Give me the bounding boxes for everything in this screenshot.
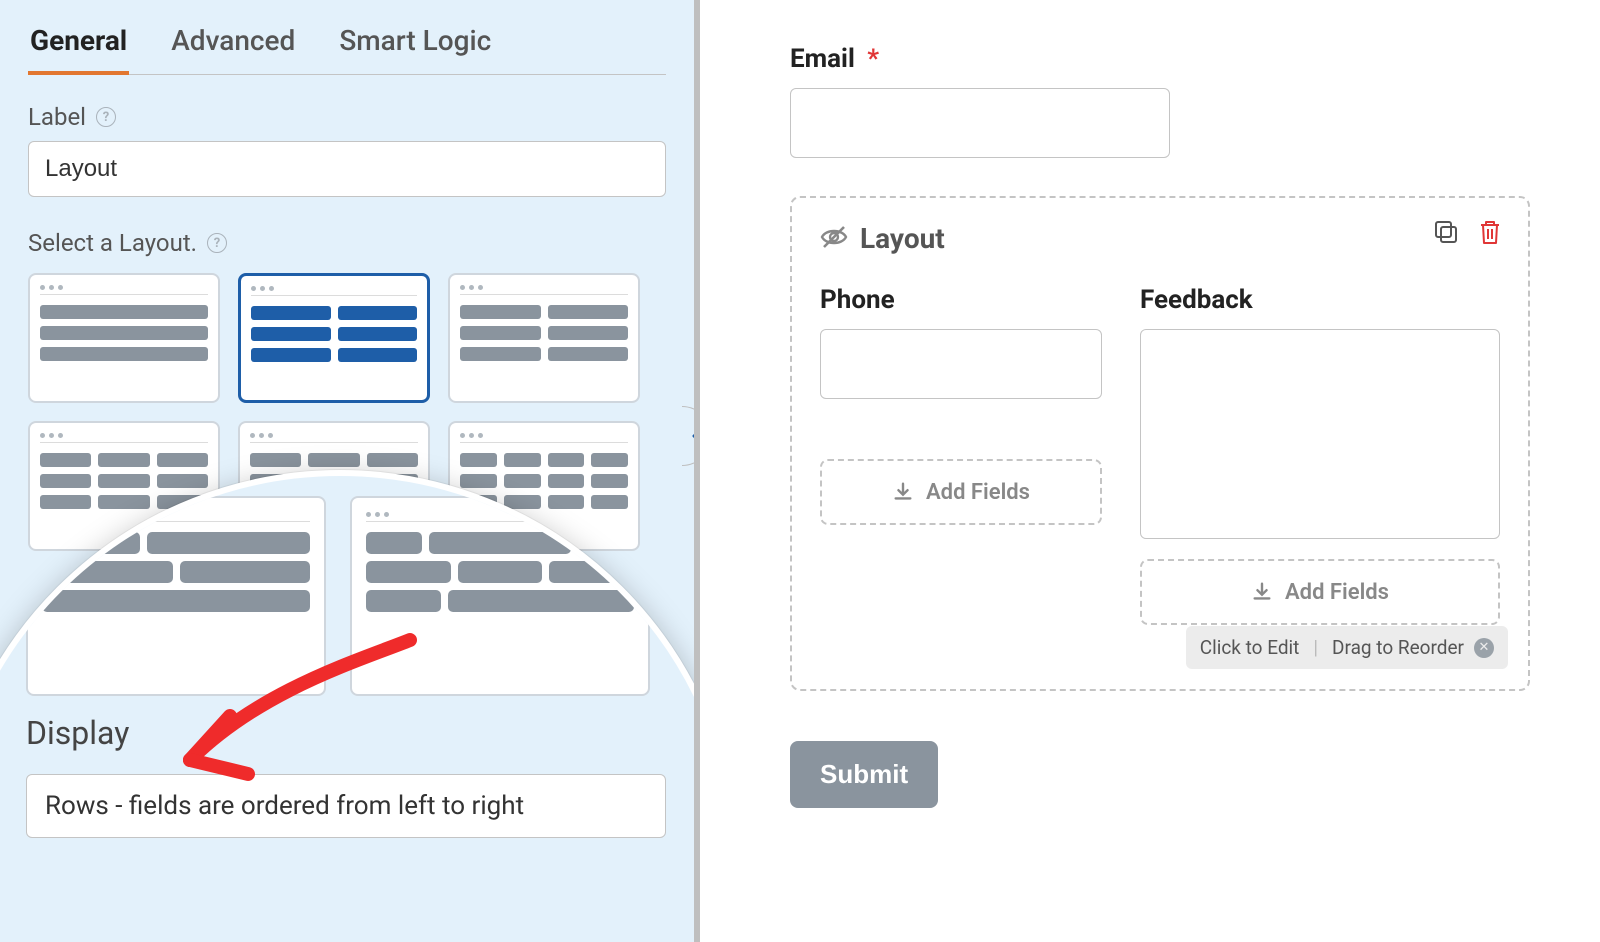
phone-label: Phone [820,285,1102,315]
edit-hint-pill: Click to Edit | Drag to Reorder ✕ [1186,626,1508,669]
phone-input[interactable] [820,329,1102,399]
display-select[interactable]: Rows - fields are ordered from left to r… [26,774,666,838]
sidebar-collapse-handle[interactable] [682,406,700,466]
hint-drag-text: Drag to Reorder [1332,636,1464,659]
layout-option-zoom-b[interactable] [350,496,650,696]
chevron-left-icon [691,427,701,445]
download-icon [1251,581,1273,603]
add-fields-col1[interactable]: Add Fields [820,459,1102,525]
required-asterisk: * [867,44,879,74]
form-preview: Email * Layout Ph [700,0,1600,942]
tab-general[interactable]: General [28,18,129,75]
hint-close-icon[interactable]: ✕ [1474,638,1494,658]
layout-field-block[interactable]: Layout Phone Add Fields [790,196,1530,691]
email-label: Email [790,44,855,74]
duplicate-icon[interactable] [1432,218,1460,246]
feedback-label: Feedback [1140,285,1500,315]
add-fields-col2[interactable]: Add Fields [1140,559,1500,625]
sidebar-tabs: General Advanced Smart Logic [28,0,666,75]
tab-smart-logic[interactable]: Smart Logic [337,18,493,74]
layout-column-1: Phone Add Fields [820,285,1102,625]
hint-divider: | [1313,636,1318,659]
add-fields-label: Add Fields [926,480,1030,505]
display-select-value: Rows - fields are ordered from left to r… [45,791,524,821]
hidden-icon [820,225,848,253]
display-label: Display [26,714,129,752]
settings-sidebar: General Advanced Smart Logic Label ? Sel… [0,0,700,942]
layout-block-title: Layout [860,222,945,255]
magnifier-lens: Display Rows - fields are ordered from l… [0,470,700,942]
email-input[interactable] [790,88,1170,158]
layout-column-2: Feedback Add Fields [1140,285,1500,625]
submit-button[interactable]: Submit [790,741,938,808]
feedback-textarea[interactable] [1140,329,1500,539]
hint-edit-text: Click to Edit [1200,636,1300,659]
tab-advanced[interactable]: Advanced [169,18,297,74]
label-input[interactable] [28,141,666,197]
email-field-group: Email * [790,44,1530,158]
label-field-label: Label [28,103,86,131]
download-icon [892,481,914,503]
layout-option-2col-cols[interactable] [448,273,640,403]
help-icon[interactable]: ? [207,233,227,253]
layout-option-1col[interactable] [28,273,220,403]
layout-option-2col-rows[interactable] [238,273,430,403]
help-icon[interactable]: ? [96,107,116,127]
trash-icon[interactable] [1476,218,1504,246]
layout-option-zoom-a[interactable] [26,496,326,696]
select-layout-label: Select a Layout. [28,229,197,257]
add-fields-label: Add Fields [1285,580,1389,605]
